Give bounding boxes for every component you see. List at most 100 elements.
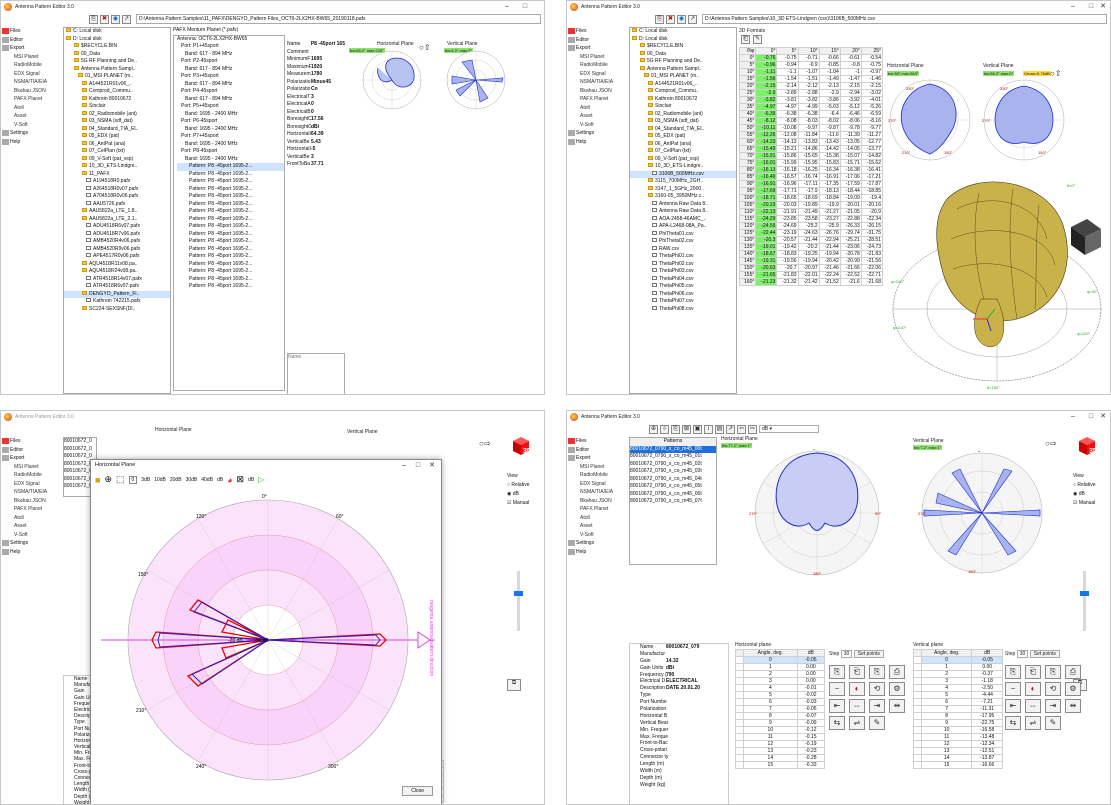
minimize-button[interactable]: – bbox=[500, 1, 514, 13]
property-value[interactable]: 1780 bbox=[311, 71, 322, 79]
grid-cell[interactable]: -0.85 bbox=[818, 61, 841, 69]
table-row[interactable]: 3 -1.18 bbox=[913, 677, 1003, 685]
grid-cell[interactable]: -0.75 bbox=[776, 54, 799, 62]
table-row[interactable]: 9 -0.09 bbox=[735, 719, 826, 727]
sidebar-item[interactable]: RadioMobile bbox=[1, 61, 61, 70]
property-value[interactable]: 17.56 bbox=[311, 116, 324, 124]
sidebar-item[interactable]: MSI Planet bbox=[567, 53, 627, 62]
mirror-icon[interactable]: ⇹ bbox=[889, 699, 905, 713]
grid-icon[interactable]: ⊠ bbox=[682, 424, 691, 434]
grid-cell[interactable]: -8.03 bbox=[797, 117, 820, 125]
grid-cell[interactable]: -22.24 bbox=[818, 271, 841, 279]
manual-checkbox[interactable]: ☑ Manual bbox=[1073, 500, 1095, 506]
grid-cell[interactable]: -2.13 bbox=[818, 82, 841, 90]
grid-cell[interactable]: -0.9 bbox=[797, 61, 820, 69]
table-row[interactable]: 5 -4.44 bbox=[913, 691, 1003, 699]
grid-row[interactable]: 115° -24.29 -23.85 -23.58 -23.27 -22.88 -22.34 bbox=[738, 215, 884, 223]
grid-cell[interactable]: -26.76 bbox=[818, 229, 841, 237]
grid-cell[interactable]: -8.02 bbox=[818, 117, 841, 125]
grid-row[interactable]: 50° -10.11 -10.08 -9.97 -9.87 -9.78 -9.77 bbox=[738, 124, 884, 132]
sidebar-item[interactable]: V-Soft bbox=[567, 121, 627, 130]
folder-item[interactable]: AQU4518R11v08.pa.. bbox=[64, 260, 170, 269]
grid-cell[interactable]: -21.44 bbox=[818, 243, 841, 251]
sidebar-item[interactable]: RadioMobile bbox=[1, 471, 61, 480]
db-radio[interactable]: ◉ dB bbox=[507, 491, 519, 497]
grid-cell[interactable]: -18.67 bbox=[755, 250, 778, 258]
folder-item[interactable]: SC224-SEXSNF(DI.. bbox=[64, 305, 170, 314]
grid-cell[interactable]: -14.13 bbox=[776, 138, 799, 146]
scale-option[interactable]: 20dB bbox=[170, 477, 182, 483]
folder-item[interactable]: D: Local disk bbox=[630, 35, 736, 44]
grid-cell[interactable]: -21.32 bbox=[776, 278, 799, 286]
table-row[interactable]: 11-0.15 bbox=[735, 733, 826, 741]
grid-cell[interactable]: -16.01 bbox=[755, 159, 778, 167]
grid-cell[interactable]: -18.85 bbox=[860, 187, 884, 195]
grid-cell[interactable]: -2.89 bbox=[776, 89, 799, 97]
scale-option[interactable]: 40dB bbox=[201, 477, 213, 483]
pafx-item[interactable]: Port: P2-45sport bbox=[177, 58, 284, 66]
property-value[interactable]: DATE 20.01.20 bbox=[666, 685, 700, 692]
grid-cell[interactable]: -19.42 bbox=[776, 243, 799, 251]
sidebar-item[interactable]: Export bbox=[1, 44, 61, 53]
grid-cell[interactable]: -17.06 bbox=[839, 173, 862, 181]
manual-checkbox[interactable]: ☑ Manual bbox=[507, 500, 529, 506]
grid-row[interactable]: 0° -0.76 -0.75 -0.71 -0.66 -0.61 -0.54 bbox=[738, 54, 884, 62]
folder-item[interactable]: 3115_700MHz_2GH.. bbox=[630, 178, 736, 186]
grid-cell[interactable]: -21.27 bbox=[818, 208, 841, 216]
sidebar-item[interactable]: Editor bbox=[1, 446, 61, 455]
table-row[interactable]: 10-16.58 bbox=[913, 726, 1003, 734]
grid-cell[interactable]: -16.74 bbox=[797, 173, 820, 181]
folder-item[interactable]: 5G RF Planning and De.. bbox=[64, 58, 170, 66]
table-row[interactable]: 5 -0.02 bbox=[735, 691, 826, 699]
scale-option[interactable]: 10dB bbox=[154, 477, 166, 483]
pafx-item[interactable]: Pattern: P8 -45port 1695-2... bbox=[177, 246, 284, 254]
grid-cell[interactable]: -0.54 bbox=[860, 54, 884, 62]
table-row[interactable]: 9 -22.75 bbox=[913, 719, 1003, 727]
pafx-item[interactable]: Pattern: P8 -45port 1695-2... bbox=[177, 283, 284, 291]
table-row[interactable]: 2 0.00 bbox=[735, 670, 826, 678]
grid-cell[interactable]: -17.21 bbox=[860, 173, 884, 181]
grid-cell[interactable]: -22.01 bbox=[797, 271, 820, 279]
table-row[interactable]: 8 -0.07 bbox=[735, 712, 826, 720]
file-item[interactable]: AMB4520R4v06.pafx bbox=[64, 238, 170, 246]
folder-item[interactable]: DENGYO_Pattern_Fi.. bbox=[64, 290, 170, 298]
pafx-item[interactable]: Pattern: P8 -45port 1695-2... bbox=[177, 178, 284, 186]
sidebar-item[interactable]: MSI Planet bbox=[1, 53, 61, 62]
grid-cell[interactable]: -20.16 bbox=[860, 201, 884, 209]
grid-cell[interactable]: -4.97 bbox=[776, 103, 799, 111]
grid-cell[interactable]: -1.1 bbox=[776, 68, 799, 76]
sidebar-item[interactable]: PAFX Planet bbox=[567, 505, 627, 514]
pattern-item[interactable]: 80010672_0790_x_co_m45_01t bbox=[630, 453, 716, 461]
db-cell[interactable]: -0.23 bbox=[796, 747, 826, 755]
copy-icon[interactable]: ⎘ bbox=[655, 14, 664, 24]
grid-cell[interactable]: -16.18 bbox=[776, 166, 799, 174]
grid-cell[interactable]: -10.08 bbox=[776, 124, 799, 132]
file-item[interactable]: 3106B_500MHz.csv bbox=[630, 170, 736, 178]
grid-cell[interactable]: -6.4 bbox=[818, 110, 841, 118]
table-row[interactable]: 4 -0.01 bbox=[735, 684, 826, 692]
file-item[interactable]: ThetaPhi06.csv bbox=[630, 290, 736, 299]
db-cell[interactable]: -0.09 bbox=[796, 719, 826, 727]
grid-row[interactable]: 5° -0.96 -0.94 -0.9 -0.85 -0.8 -0.75 bbox=[738, 61, 884, 69]
db-cell[interactable]: -0.02 bbox=[796, 691, 826, 699]
grid-cell[interactable]: -20.57 bbox=[776, 236, 799, 244]
grid-cell[interactable]: -20.42 bbox=[818, 257, 841, 265]
property-value[interactable]: 3 bbox=[311, 154, 314, 162]
db-cell[interactable]: -0.07 bbox=[796, 712, 826, 720]
pafx-item[interactable]: Band: 617 - 894 MHz bbox=[177, 66, 284, 74]
grid-cell[interactable]: -3.02 bbox=[860, 89, 884, 97]
grid-cell[interactable]: -14.05 bbox=[839, 145, 862, 153]
copy-icon[interactable]: ⎘ bbox=[1005, 665, 1021, 679]
shift-center-icon[interactable]: ⇔ bbox=[1025, 699, 1041, 713]
grid-cell[interactable]: -19.01 bbox=[755, 243, 778, 251]
grid-cell[interactable]: -0.71 bbox=[797, 54, 820, 62]
shift-left-icon[interactable]: ⇤ bbox=[829, 699, 845, 713]
file-item[interactable]: APE4517R0v06.pafx bbox=[64, 253, 170, 261]
copy-icon[interactable]: ⎘ bbox=[829, 665, 845, 679]
grid-cell[interactable]: -14.82 bbox=[860, 152, 884, 160]
pafx-item[interactable]: Band: 617 - 894 MHz bbox=[177, 51, 284, 59]
grid-cell[interactable]: -0.75 bbox=[860, 61, 884, 69]
crosshair-icon[interactable]: ⊕ bbox=[649, 424, 658, 434]
scale-option[interactable]: 30dB bbox=[186, 477, 198, 483]
folder-icon[interactable]: ■ bbox=[95, 475, 100, 485]
